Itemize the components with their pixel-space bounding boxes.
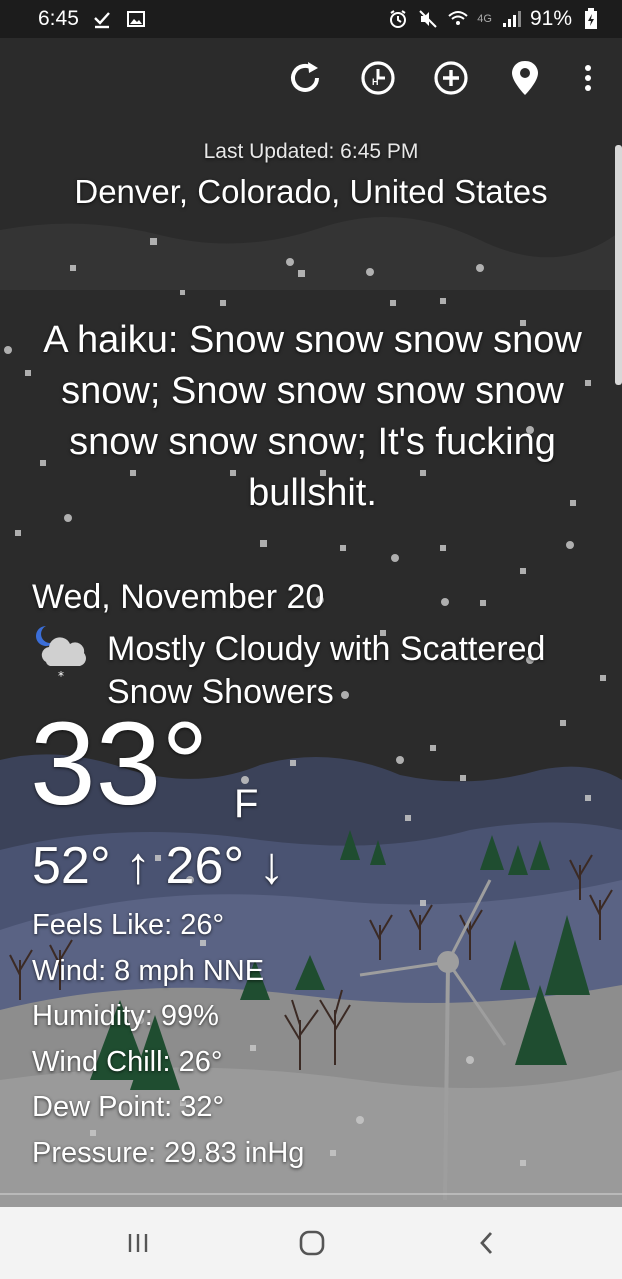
wifi-icon [447,8,469,30]
night-cloudy-snow-icon: * [32,622,92,687]
refresh-icon[interactable] [285,58,325,98]
forecast-date: Wed, November 20 [32,578,325,616]
pressure: Pressure: 29.83 inHg [32,1136,305,1169]
haiku-text: A haiku: Snow snow snow snow snow; Snow … [43,319,582,514]
last-updated-label: Last Updated: 6:45 PM [203,140,419,163]
wind: Wind: 8 mph NNE [32,954,265,987]
back-icon[interactable] [456,1207,516,1279]
gallery-icon [125,8,147,30]
home-icon[interactable] [282,1207,342,1279]
system-nav-bar [0,1207,622,1279]
mute-icon [417,8,439,30]
status-bar: 6:45 4G 91% [0,0,622,38]
svg-text:*: * [58,669,64,682]
dew-point: Dew Point: 32° [32,1091,225,1124]
status-time: 6:45 [38,7,79,30]
history-icon[interactable]: H [358,58,398,98]
add-location-icon[interactable] [431,58,471,98]
location-pin-icon[interactable] [505,58,545,98]
weather-details: Feels Like: 26° Wind: 8 mph NNE Humidity… [32,903,304,1177]
humidity: Humidity: 99% [32,1000,219,1033]
alarm-icon [387,8,409,30]
feels-like: Feels Like: 26° [32,909,225,941]
battery-charging-icon [580,8,602,30]
download-done-icon [91,8,113,30]
recent-apps-icon[interactable] [108,1207,168,1279]
temperature-unit[interactable]: F [234,782,258,827]
location-name[interactable]: Denver, Colorado, United States [0,173,622,211]
overflow-menu-icon[interactable] [570,58,606,98]
battery-percent: 91% [529,7,572,30]
wind-chill: Wind Chill: 26° [32,1045,223,1078]
current-temperature: 33° [30,698,209,830]
high-low-temperature: 52° ↑ 26° ↓ [32,837,285,895]
signal-icon [500,8,522,30]
network-type-label: 4G [477,13,492,25]
svg-text:H: H [372,77,379,87]
